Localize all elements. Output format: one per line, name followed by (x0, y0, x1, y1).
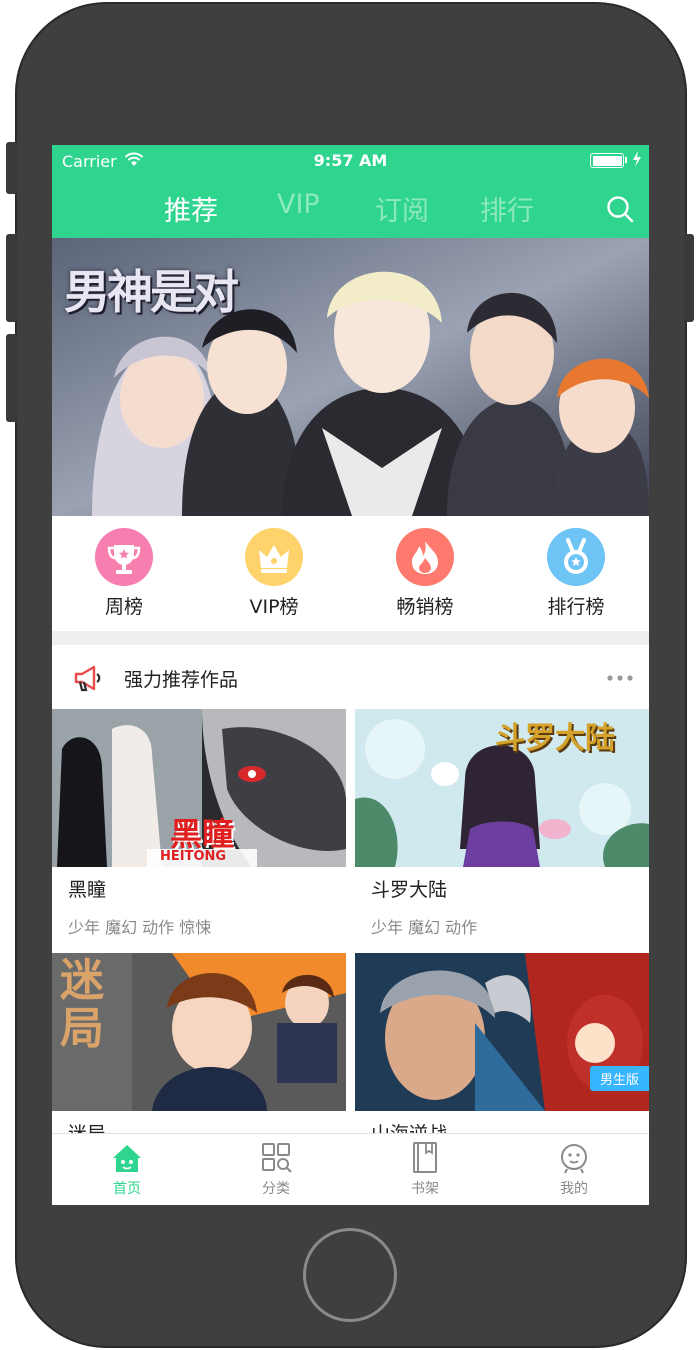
battery-icon (590, 153, 624, 168)
cover-title: 斗罗大陆 (495, 721, 615, 756)
comic-cover: 迷局 (52, 953, 346, 1111)
app-screen: Carrier 9:57 AM 推荐 VIP 订阅 排行 男神是对 周榜 VIP… (52, 145, 649, 1205)
comic-title: 黑瞳 (68, 879, 107, 901)
category-icon (262, 1143, 292, 1173)
comic-card[interactable]: 黑瞳 HEITONG 黑瞳 少年 魔幻 动作 惊悚 (52, 709, 346, 938)
top-tabs: 推荐 VIP 订阅 排行 (52, 185, 649, 231)
trophy-icon (95, 528, 153, 586)
medal-icon (547, 528, 605, 586)
bookshelf-icon (413, 1142, 437, 1173)
edition-badge: 男生版 (589, 1066, 649, 1091)
section-divider (52, 631, 649, 645)
comic-card[interactable]: 迷局 迷局 (52, 953, 346, 1158)
tabbar-home[interactable]: 首页 (77, 1140, 177, 1198)
tab-recommend[interactable]: 推荐 (164, 189, 218, 228)
vip-rank-label: VIP榜 (249, 596, 299, 618)
tab-vip[interactable]: VIP (277, 189, 320, 220)
hero-banner[interactable]: 男神是对 (52, 238, 649, 516)
tabbar-category-label: 分类 (262, 1181, 290, 1197)
banner-title: 男神是对 (64, 265, 239, 319)
charging-icon (633, 151, 641, 167)
battery-tip (625, 157, 627, 163)
weekly-rank-button[interactable]: 周榜 (64, 528, 184, 619)
comic-cover: 男生版 (355, 953, 649, 1111)
megaphone-icon (74, 665, 101, 692)
top-bar: Carrier 9:57 AM 推荐 VIP 订阅 排行 (52, 145, 649, 238)
cover-title: 迷局 (60, 955, 104, 1054)
cover-subtitle: HEITONG (160, 849, 227, 864)
more-icon[interactable] (607, 675, 633, 681)
vip-rank-button[interactable]: VIP榜 (214, 528, 334, 619)
overall-rank-button[interactable]: 排行榜 (516, 528, 636, 619)
weekly-rank-label: 周榜 (104, 596, 143, 618)
profile-icon (561, 1144, 587, 1174)
power-button (684, 234, 694, 322)
overall-rank-label: 排行榜 (547, 596, 605, 618)
bestseller-rank-label: 畅销榜 (396, 596, 454, 618)
comic-cover: 黑瞳 HEITONG (52, 709, 346, 867)
tab-subscribe[interactable]: 订阅 (375, 189, 429, 228)
crown-icon (245, 528, 303, 586)
comic-tags: 少年 魔幻 动作 (371, 918, 478, 937)
bottom-tab-bar: 首页 分类 书架 我的 (52, 1133, 649, 1205)
recommend-section-header: 强力推荐作品 (52, 645, 649, 709)
volume-down-button (6, 334, 18, 422)
volume-up-button (6, 234, 18, 322)
comic-cover: 斗罗大陆 (355, 709, 649, 867)
clock: 9:57 AM (313, 151, 388, 170)
home-icon (113, 1145, 141, 1172)
tabbar-bookshelf-label: 书架 (411, 1181, 439, 1197)
search-icon[interactable] (606, 195, 634, 223)
home-button[interactable] (303, 1228, 397, 1322)
tabbar-bookshelf[interactable]: 书架 (375, 1140, 475, 1198)
flame-icon (396, 528, 454, 586)
tab-ranking[interactable]: 排行 (480, 189, 534, 228)
comic-tags: 少年 魔幻 动作 惊悚 (68, 918, 212, 937)
status-bar: Carrier 9:57 AM (52, 145, 649, 175)
tabbar-profile[interactable]: 我的 (524, 1140, 624, 1198)
mute-switch (6, 142, 18, 194)
tabbar-home-label: 首页 (113, 1181, 141, 1197)
comic-title: 斗罗大陆 (371, 879, 448, 901)
comic-card[interactable]: 斗罗大陆 斗罗大陆 少年 魔幻 动作 (355, 709, 649, 938)
tabbar-profile-label: 我的 (560, 1181, 588, 1197)
tabbar-category[interactable]: 分类 (226, 1140, 326, 1198)
bestseller-rank-button[interactable]: 畅销榜 (365, 528, 485, 619)
ranking-shortcuts: 周榜 VIP榜 畅销榜 排行榜 (52, 516, 649, 633)
section-title: 强力推荐作品 (124, 669, 239, 691)
comic-card[interactable]: 男生版 山海逆战 (355, 953, 649, 1158)
